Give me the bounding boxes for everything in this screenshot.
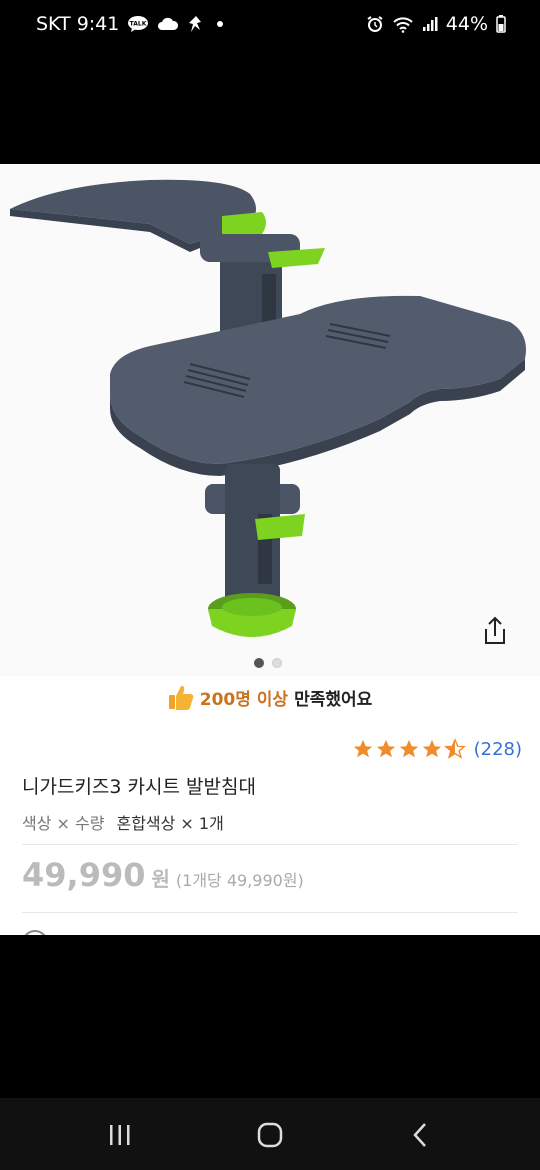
star-icon bbox=[376, 739, 395, 758]
carrier-time: SKT 9:41 bbox=[36, 13, 120, 35]
star-icon bbox=[422, 739, 441, 758]
option-label: 색상 × 수량 bbox=[22, 814, 105, 833]
cloud-icon bbox=[158, 17, 179, 30]
carousel-indicator bbox=[254, 658, 282, 668]
car-seat-footrest-image bbox=[10, 179, 526, 637]
satisfaction-banner: 200명 이상 만족했어요 bbox=[0, 680, 540, 714]
review-count-link[interactable]: (228) bbox=[474, 739, 522, 760]
rating-summary[interactable]: (228) bbox=[352, 738, 522, 760]
price-row: 49,990 원 (1개당 49,990원) bbox=[22, 856, 304, 894]
product-detail[interactable]: 200명 이상 만족했어요 (228) 니가드키즈3 카시트 발받침대 색상 ×… bbox=[0, 164, 540, 935]
star-icon bbox=[353, 739, 372, 758]
wifi-icon bbox=[393, 17, 413, 33]
system-nav-bar bbox=[0, 1098, 540, 1170]
half-star-icon bbox=[443, 738, 466, 759]
selected-options: 색상 × 수량 혼합색상 × 1개 bbox=[22, 810, 224, 834]
home-icon[interactable] bbox=[255, 1120, 285, 1150]
satisfaction-count: 200명 이상 bbox=[199, 689, 289, 710]
price-currency: 원 bbox=[151, 867, 170, 891]
option-value: 혼합색상 × 1개 bbox=[116, 814, 224, 833]
price-amount: 49,990 bbox=[22, 856, 146, 894]
carousel-dot-2[interactable] bbox=[272, 658, 282, 668]
product-title: 니가드키즈3 카시트 발받침대 bbox=[22, 776, 256, 798]
battery-level: 44% bbox=[445, 13, 488, 35]
back-icon[interactable] bbox=[405, 1120, 435, 1150]
status-right: 44% bbox=[366, 13, 506, 35]
star-icon bbox=[399, 739, 418, 758]
top-blank-area bbox=[0, 52, 540, 164]
dot-icon bbox=[217, 21, 224, 27]
bottom-blank-area bbox=[0, 935, 540, 1098]
product-image[interactable] bbox=[0, 164, 540, 676]
carousel-dot-1[interactable] bbox=[254, 658, 264, 668]
unit-price: (1개당 49,990원) bbox=[175, 871, 304, 890]
app-icon bbox=[189, 16, 202, 32]
share-icon[interactable] bbox=[478, 614, 512, 648]
talk-icon-label: TALK bbox=[130, 21, 147, 28]
recent-apps-icon[interactable] bbox=[105, 1120, 135, 1150]
divider bbox=[22, 844, 518, 845]
alarm-icon bbox=[367, 16, 383, 32]
battery-icon bbox=[496, 15, 506, 33]
star-rating bbox=[352, 738, 466, 760]
status-bar: SKT 9:41 TALK 44% bbox=[0, 0, 540, 52]
status-left: SKT 9:41 TALK bbox=[36, 13, 227, 35]
divider bbox=[22, 912, 518, 913]
satisfaction-text: 만족했어요 bbox=[294, 689, 373, 710]
thumbs-up-icon bbox=[168, 685, 193, 710]
talk-icon: TALK bbox=[128, 16, 149, 32]
signal-icon bbox=[422, 17, 438, 31]
